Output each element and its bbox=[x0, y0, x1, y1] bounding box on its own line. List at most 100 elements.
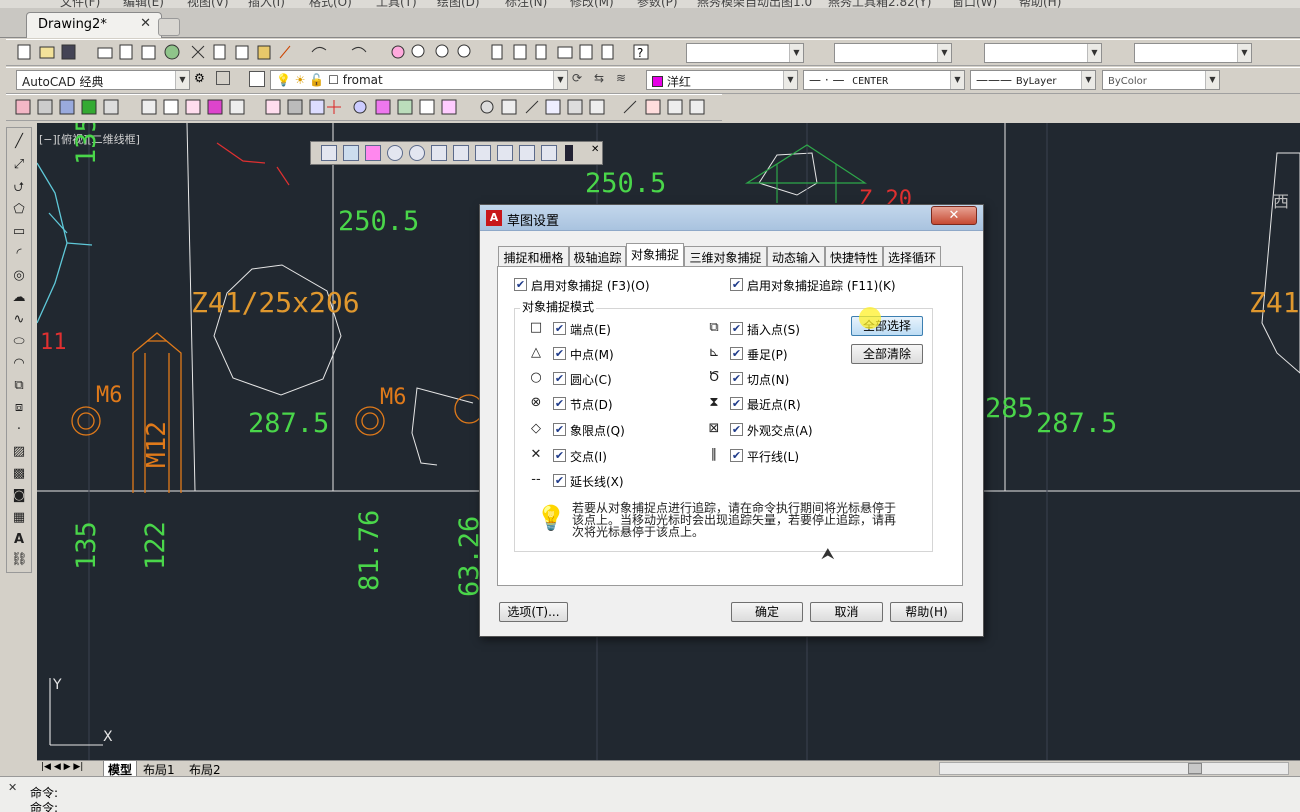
extension-checkbox[interactable]: ✔ bbox=[553, 474, 566, 487]
ok-button[interactable]: 确定 bbox=[731, 602, 803, 622]
center-checkbox[interactable]: ✔ bbox=[553, 372, 566, 385]
polygon-icon[interactable]: ⬠ bbox=[11, 202, 27, 218]
menu-modify[interactable]: 修改(M) bbox=[570, 0, 614, 8]
osnap-tool-icon[interactable] bbox=[497, 145, 513, 161]
ellipse-arc-icon[interactable]: ◠ bbox=[11, 356, 27, 372]
layer-combo[interactable]: 💡 ☀ 🔓 ☐ fromat ▼ bbox=[270, 70, 568, 90]
multiline-text-icon[interactable]: A bbox=[11, 532, 27, 548]
spline-icon[interactable]: ∿ bbox=[11, 312, 27, 328]
command-line[interactable]: ✕ 命令: 命令: bbox=[0, 776, 1300, 812]
midpoint-checkbox[interactable]: ✔ bbox=[553, 347, 566, 360]
workspace-settings-icon[interactable] bbox=[216, 71, 230, 85]
dialog-title-bar[interactable]: A 草图设置 ✕ bbox=[480, 205, 983, 231]
menu-edit[interactable]: 编辑(E) bbox=[123, 0, 164, 8]
revcloud-icon[interactable]: ☁ bbox=[11, 290, 27, 306]
help-button[interactable]: 帮助(H) bbox=[890, 602, 963, 622]
parallel-checkbox[interactable]: ✔ bbox=[730, 449, 743, 462]
menu-draw[interactable]: 绘图(D) bbox=[437, 0, 480, 8]
quadrant-checkbox[interactable]: ✔ bbox=[553, 423, 566, 436]
menu-window[interactable]: 窗口(W) bbox=[952, 0, 997, 8]
menu-tools[interactable]: 工具(T) bbox=[376, 0, 417, 8]
layer-state-icon[interactable]: ≋ bbox=[616, 71, 634, 89]
construction-line-icon[interactable]: ⤢ bbox=[11, 157, 27, 173]
command-input-line[interactable]: 命令: bbox=[30, 799, 58, 812]
node-checkbox[interactable]: ✔ bbox=[553, 397, 566, 410]
dim-style-combo[interactable]: ▼ bbox=[834, 43, 952, 63]
make-current-layer-icon[interactable]: ⟳ bbox=[572, 71, 590, 89]
lineweight-combo[interactable]: ——— ByLayer ▼ bbox=[970, 70, 1096, 90]
enable-osnap-checkbox[interactable]: ✔ bbox=[514, 278, 527, 291]
ellipse-icon[interactable]: ⬭ bbox=[11, 334, 27, 350]
options-button[interactable]: 选项(T)... bbox=[499, 602, 568, 622]
add-selected-icon[interactable]: ⛓ bbox=[11, 552, 28, 568]
menu-insert[interactable]: 插入(I) bbox=[248, 0, 285, 8]
region-icon[interactable]: ◙ bbox=[11, 488, 27, 504]
menu-dimension[interactable]: 标注(N) bbox=[505, 0, 547, 8]
polyline-icon[interactable]: ⮍ bbox=[11, 180, 27, 196]
insertion-checkbox[interactable]: ✔ bbox=[730, 322, 743, 335]
exclamation-icon[interactable] bbox=[565, 145, 573, 161]
tab-3d-object-snap[interactable]: 三维对象捕捉 bbox=[684, 246, 767, 266]
plotstyle-combo[interactable]: ByColor ▼ bbox=[1102, 70, 1220, 90]
close-icon[interactable]: ✕ bbox=[8, 781, 17, 794]
viewcube-west-label[interactable]: 西 bbox=[1273, 188, 1289, 212]
point-icon[interactable]: · bbox=[11, 422, 27, 438]
arc-icon[interactable]: ◜ bbox=[11, 246, 27, 262]
endpoint-checkbox[interactable]: ✔ bbox=[553, 322, 566, 335]
gear-icon[interactable]: ⚙ bbox=[194, 71, 212, 89]
apparent-intersection-checkbox[interactable]: ✔ bbox=[730, 423, 743, 436]
scrollbar-thumb[interactable] bbox=[1188, 763, 1202, 774]
tab-quick-properties[interactable]: 快捷特性 bbox=[825, 246, 883, 266]
document-tab[interactable]: Drawing2* ✕ bbox=[26, 12, 162, 38]
workspace-combo[interactable]: AutoCAD 经典 ▼ bbox=[16, 70, 190, 90]
rectangle-icon[interactable]: ▭ bbox=[11, 224, 27, 240]
osnap-tool-icon[interactable] bbox=[321, 145, 337, 161]
osnap-tool-icon[interactable] bbox=[365, 145, 381, 161]
menu-yanxiu-toolbox[interactable]: 燕秀工具箱2.82(Y) bbox=[828, 0, 931, 8]
perpendicular-checkbox[interactable]: ✔ bbox=[730, 347, 743, 360]
osnap-tool-icon[interactable] bbox=[541, 145, 557, 161]
tab-snap-grid[interactable]: 捕捉和栅格 bbox=[498, 246, 569, 266]
nearest-checkbox[interactable]: ✔ bbox=[730, 397, 743, 410]
menu-parametric[interactable]: 参数(P) bbox=[637, 0, 678, 8]
horizontal-scrollbar[interactable] bbox=[939, 762, 1289, 775]
menu-view[interactable]: 视图(V) bbox=[187, 0, 229, 8]
tab-object-snap[interactable]: 对象捕捉 bbox=[626, 243, 684, 267]
make-block-icon[interactable]: ⧈ bbox=[11, 400, 27, 416]
new-tab-button[interactable] bbox=[158, 18, 180, 36]
osnap-tool-icon[interactable] bbox=[519, 145, 535, 161]
osnap-tool-icon[interactable] bbox=[431, 145, 447, 161]
osnap-tool-icon[interactable] bbox=[343, 145, 359, 161]
osnap-tool-icon[interactable] bbox=[475, 145, 491, 161]
insert-block-icon[interactable]: ⧉ bbox=[11, 378, 27, 394]
circle-icon[interactable]: ◎ bbox=[11, 268, 27, 284]
menu-yanxiu-mold[interactable]: 燕秀模架自动出图1.0 bbox=[697, 0, 812, 8]
layer-properties-icon[interactable] bbox=[249, 71, 265, 87]
standard-toolbar-icons[interactable]: ? bbox=[14, 42, 674, 64]
tangent-checkbox[interactable]: ✔ bbox=[730, 372, 743, 385]
osnap-tool-icon[interactable] bbox=[387, 145, 403, 161]
close-icon[interactable]: ✕ bbox=[140, 16, 151, 31]
linetype-combo[interactable]: — · — CENTER ▼ bbox=[803, 70, 965, 90]
menu-help[interactable]: 帮助(H) bbox=[1019, 0, 1061, 8]
color-combo[interactable]: 洋红 ▼ bbox=[646, 70, 798, 90]
hatch-icon[interactable]: ▨ bbox=[11, 444, 27, 460]
clear-all-button[interactable]: 全部清除 bbox=[851, 344, 923, 364]
intersection-checkbox[interactable]: ✔ bbox=[553, 449, 566, 462]
toolbar-close-icon[interactable]: ✕ bbox=[591, 144, 599, 155]
custom-toolbar-icons[interactable] bbox=[12, 97, 728, 119]
table-style-combo[interactable]: ▼ bbox=[984, 43, 1102, 63]
multileader-style-combo[interactable]: ▼ bbox=[1134, 43, 1252, 63]
menu-file[interactable]: 文件(F) bbox=[60, 0, 100, 8]
tab-selection-cycling[interactable]: 选择循环 bbox=[883, 246, 941, 266]
text-style-combo[interactable]: ▼ bbox=[686, 43, 804, 63]
menu-format[interactable]: 格式(O) bbox=[309, 0, 352, 8]
cancel-button[interactable]: 取消 bbox=[810, 602, 883, 622]
tab-polar-tracking[interactable]: 极轴追踪 bbox=[569, 246, 626, 266]
layer-previous-icon[interactable]: ⇆ bbox=[594, 71, 612, 89]
gradient-icon[interactable]: ▩ bbox=[11, 466, 27, 482]
osnap-tool-icon[interactable] bbox=[453, 145, 469, 161]
tab-dynamic-input[interactable]: 动态输入 bbox=[767, 246, 825, 266]
table-icon[interactable]: ▦ bbox=[11, 510, 27, 526]
dialog-close-button[interactable]: ✕ bbox=[931, 206, 977, 225]
